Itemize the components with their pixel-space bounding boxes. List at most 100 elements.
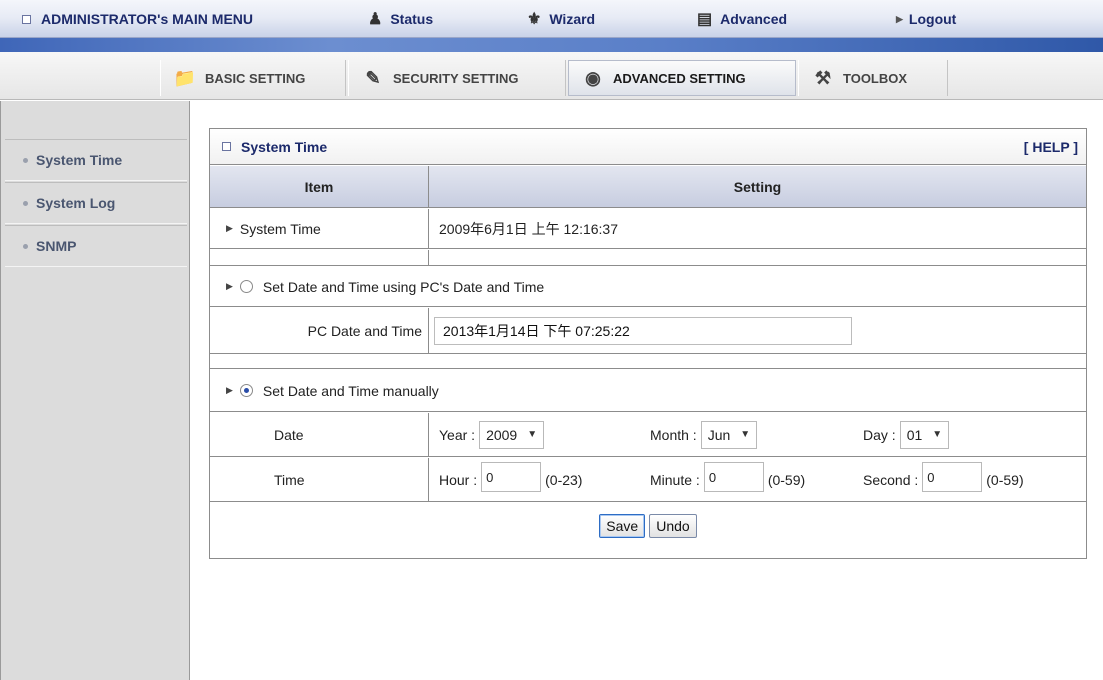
undo-button[interactable]: Undo	[649, 514, 697, 538]
main-menu-title[interactable]: ADMINISTRATOR's MAIN MENU	[22, 0, 253, 38]
wizard-link[interactable]: ⚜ Wizard	[527, 0, 595, 38]
advanced-label: Advanced	[720, 11, 788, 27]
pen-icon: ✎	[365, 67, 381, 88]
year-select[interactable]: 2009 ▼	[479, 420, 545, 449]
wizard-label: Wizard	[549, 11, 596, 27]
system-time-row: ▶ System Time 2009年6月1日 上午 12:16:37	[210, 209, 1086, 249]
time-label: Time	[274, 471, 305, 488]
month-label: Month :	[650, 426, 697, 443]
second-field-group: Second : 0 (0-59)	[863, 458, 1083, 501]
bullet-icon	[23, 200, 28, 206]
top-menu-bar: ADMINISTRATOR's MAIN MENU ♟ Status ⚜ Wiz…	[0, 0, 1103, 38]
manual-option[interactable]: ▶ Set Date and Time manually	[226, 370, 1066, 411]
pc-datetime-cell: 2013年1月14日 下午 07:25:22	[434, 308, 854, 353]
triangle-right-icon: ▶	[896, 13, 903, 24]
dropdown-arrow-icon: ▼	[740, 429, 751, 440]
manual-radio[interactable]	[239, 384, 253, 397]
pc-datetime-field[interactable]: 2013年1月14日 下午 07:25:22	[434, 316, 852, 345]
disc-icon: ◉	[585, 67, 601, 88]
second-range: (0-59)	[986, 471, 1024, 488]
date-label: Date	[274, 426, 304, 443]
book-icon: ▤	[697, 11, 713, 28]
status-link[interactable]: ♟ Status	[368, 0, 433, 38]
sidebar-item-label: System Log	[36, 195, 116, 211]
tab-label: BASIC SETTING	[205, 70, 306, 86]
help-link[interactable]: [ HELP ]	[1024, 129, 1078, 165]
logout-label: Logout	[908, 11, 957, 27]
pc-datetime-option-row: ▶ Set Date and Time using PC's Date and …	[210, 267, 1086, 307]
month-value: Jun	[707, 426, 731, 443]
tab-label: ADVANCED SETTING	[613, 70, 746, 86]
minute-label: Minute :	[650, 471, 700, 488]
day-value: 01	[906, 426, 923, 443]
pc-datetime-option-label: Set Date and Time using PC's Date and Ti…	[262, 278, 545, 295]
hour-input[interactable]: 0	[481, 462, 542, 492]
column-divider	[428, 209, 429, 248]
minute-field-group: Minute : 0 (0-59)	[650, 458, 850, 501]
year-field-group: Year : 2009 ▼	[439, 413, 579, 456]
folder-icon: 📁	[173, 67, 197, 88]
tab-toolbox[interactable]: ⚒ TOOLBOX	[798, 60, 948, 96]
column-divider	[428, 413, 429, 456]
square-icon	[222, 142, 231, 151]
system-time-panel: System Time [ HELP ] Item Setting ▶ Syst…	[209, 128, 1087, 559]
manual-option-label: Set Date and Time manually	[262, 382, 439, 399]
header-stripe	[0, 38, 1103, 52]
tab-security-setting[interactable]: ✎ SECURITY SETTING	[348, 60, 566, 96]
arrow-right-icon: ▶	[226, 281, 233, 291]
sidebar-item-snmp[interactable]: SNMP	[5, 225, 187, 267]
save-button[interactable]: Save	[599, 514, 646, 538]
status-label: Status	[390, 11, 434, 27]
spacer-row	[210, 355, 1086, 369]
main-menu-label: ADMINISTRATOR's MAIN MENU	[41, 11, 254, 27]
tab-bar: 📁 BASIC SETTING ✎ SECURITY SETTING ◉ ADV…	[0, 52, 1103, 100]
arrow-right-icon: ▶	[226, 223, 233, 233]
system-time-label: System Time	[239, 220, 321, 237]
month-select[interactable]: Jun ▼	[700, 420, 758, 449]
system-time-item: ▶ System Time	[226, 209, 426, 248]
pc-datetime-radio[interactable]	[239, 280, 253, 293]
column-divider	[428, 458, 429, 501]
pc-datetime-label: PC Date and Time	[307, 322, 422, 339]
sidebar-item-system-log[interactable]: System Log	[5, 182, 187, 224]
sidebar-item-label: System Time	[36, 152, 123, 168]
toolbox-icon: ⚒	[814, 67, 832, 88]
pc-datetime-option[interactable]: ▶ Set Date and Time using PC's Date and …	[226, 267, 1066, 306]
minute-range: (0-59)	[767, 471, 806, 488]
tab-basic-setting[interactable]: 📁 BASIC SETTING	[160, 60, 346, 96]
tab-advanced-setting[interactable]: ◉ ADVANCED SETTING	[568, 60, 796, 96]
time-row: Time Hour : 0 (0-23) Minute : 0 (0-59) S…	[210, 458, 1086, 502]
tab-label: SECURITY SETTING	[393, 70, 519, 86]
arrow-right-icon: ▶	[226, 385, 233, 395]
column-header-setting: Setting	[733, 178, 782, 195]
day-select[interactable]: 01 ▼	[899, 420, 950, 449]
second-label: Second :	[863, 471, 919, 488]
sidebar-item-system-time[interactable]: System Time	[5, 139, 187, 181]
person-icon: ♟	[368, 11, 383, 28]
sidebar-item-label: SNMP	[36, 238, 77, 254]
day-field-group: Day : 01 ▼	[863, 413, 1003, 456]
column-header-item: Item	[304, 178, 334, 195]
square-icon	[22, 14, 31, 24]
year-value: 2009	[486, 426, 518, 443]
button-group: Save Undo	[210, 503, 1086, 549]
wizard-icon: ⚜	[527, 11, 542, 28]
day-label: Day :	[863, 426, 896, 443]
pc-datetime-row: PC Date and Time 2013年1月14日 下午 07:25:22	[210, 308, 1086, 354]
manual-option-row: ▶ Set Date and Time manually	[210, 370, 1086, 412]
advanced-link[interactable]: ▤ Advanced	[697, 0, 787, 38]
dropdown-arrow-icon: ▼	[527, 429, 538, 440]
spacer-row	[210, 250, 1086, 266]
bullet-icon	[23, 243, 28, 249]
sidebar: System Time System Log SNMP	[0, 101, 190, 680]
panel-title: System Time	[241, 138, 328, 155]
bullet-icon	[23, 157, 28, 163]
minute-input[interactable]: 0	[703, 462, 764, 492]
button-row: Save Undo	[210, 503, 1086, 549]
logout-link[interactable]: ▶ Logout	[896, 0, 956, 38]
table-header-row: Item Setting	[210, 166, 1086, 208]
hour-range: (0-23)	[545, 471, 583, 488]
tab-label: TOOLBOX	[843, 70, 908, 86]
second-input[interactable]: 0	[922, 462, 983, 492]
month-field-group: Month : Jun ▼	[650, 413, 810, 456]
